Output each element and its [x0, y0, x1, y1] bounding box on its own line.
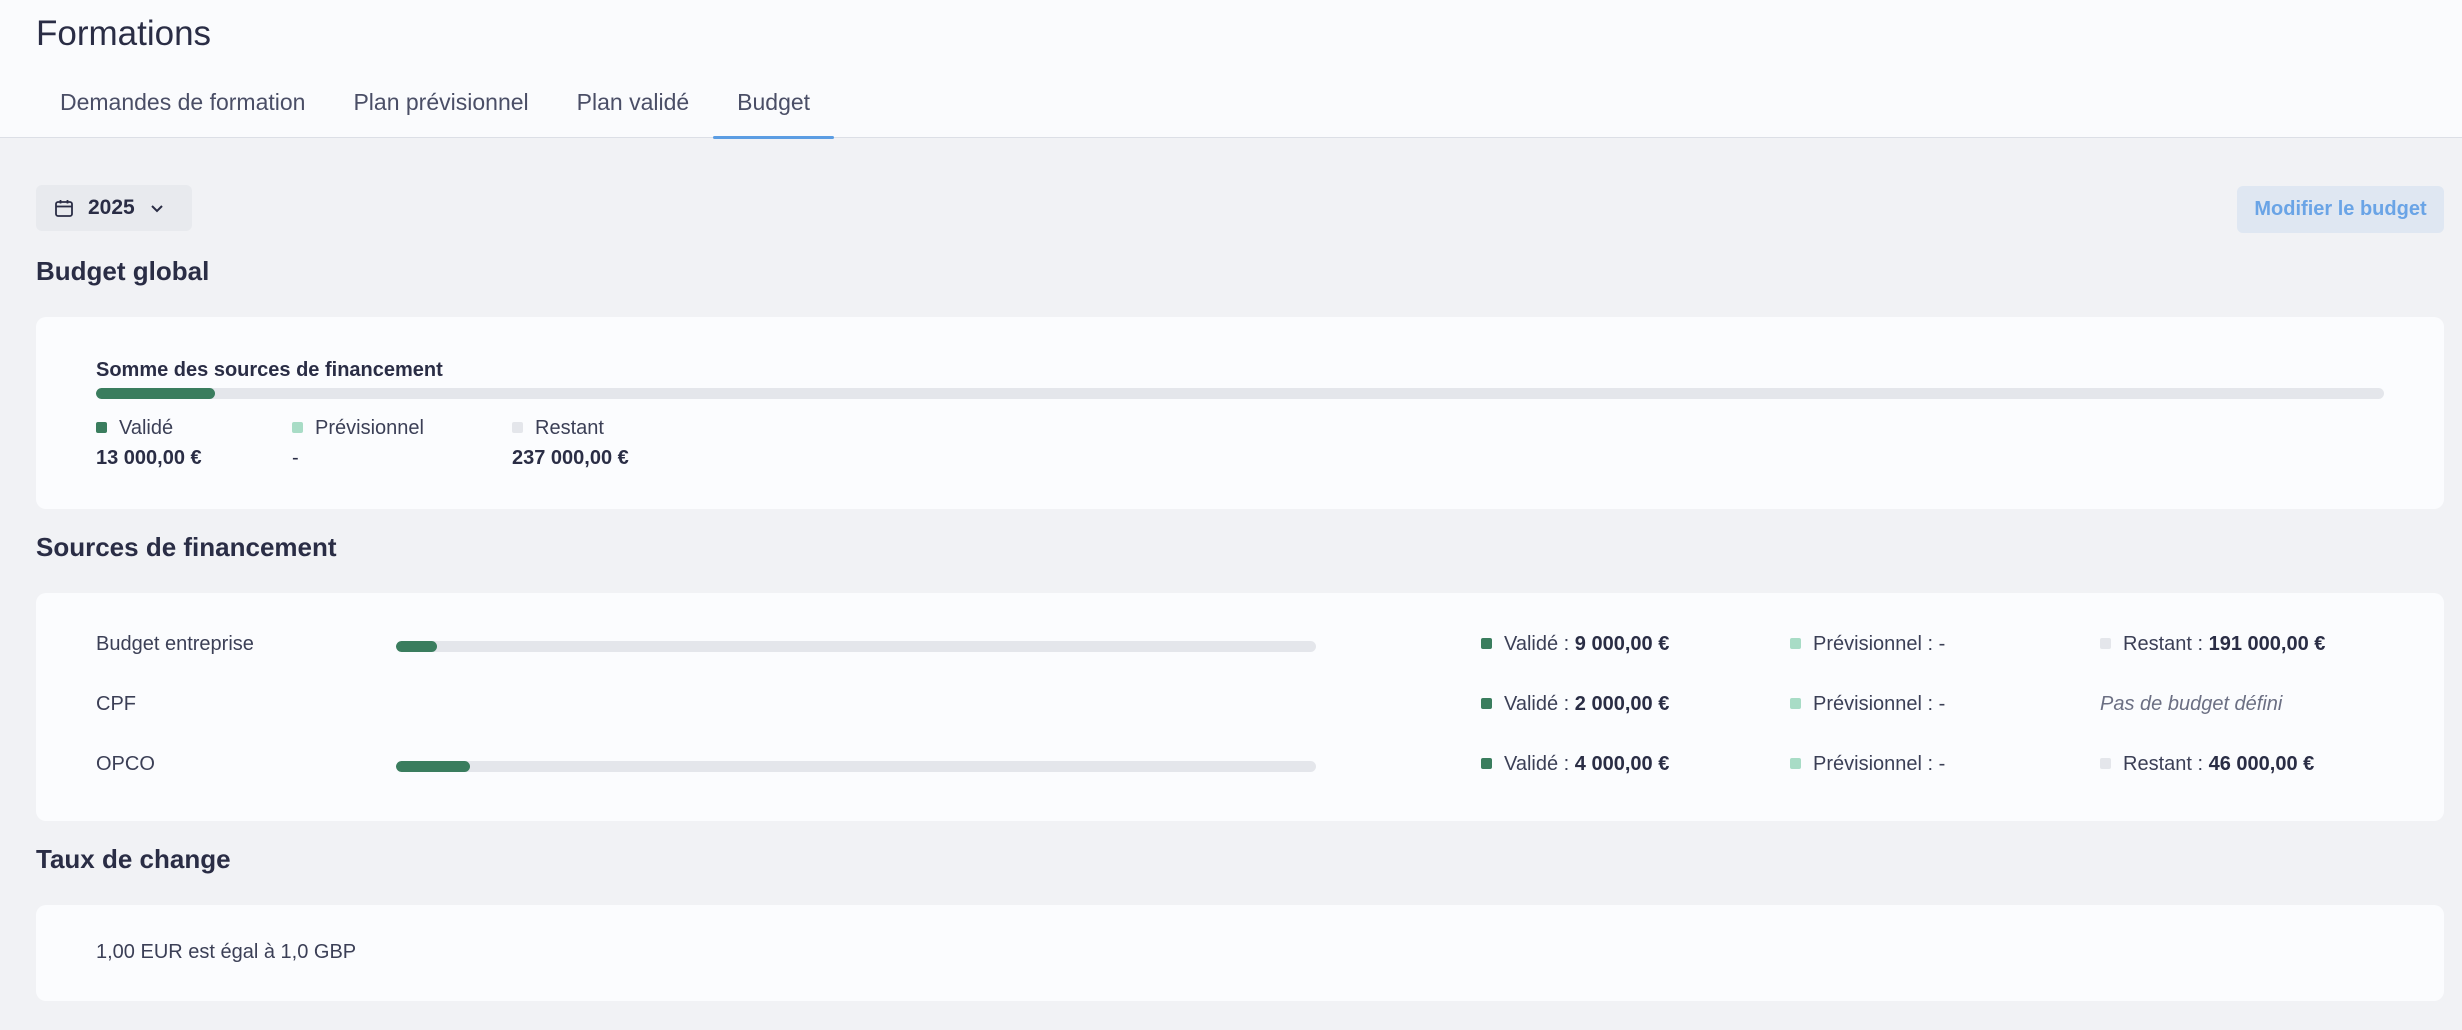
prev-dot-icon: [1790, 758, 1801, 769]
source-prev-cpf: Prévisionnel : -: [1790, 693, 1945, 716]
modify-budget-button[interactable]: Modifier le budget: [2237, 186, 2444, 233]
tab-plan-valide[interactable]: Plan validé: [553, 88, 714, 138]
section-title-taux-de-change: Taux de change: [36, 844, 231, 874]
chevron-down-icon: [151, 205, 163, 213]
page-header: Formations Demandes de formation Plan pr…: [0, 0, 2462, 139]
year-select[interactable]: 2025: [36, 185, 192, 231]
valid-dot-icon: [1481, 638, 1492, 649]
source-prev-budget-entreprise: Prévisionnel : -: [1790, 633, 1945, 656]
source-valid-budget-entreprise: Validé : 9 000,00 €: [1481, 633, 1669, 656]
source-name-budget-entreprise: Budget entreprise: [96, 633, 254, 655]
legend-rest-label: Restant: [535, 417, 604, 439]
global-label: Somme des sources de financement: [96, 359, 443, 381]
valid-dot-icon: [1481, 758, 1492, 769]
source-progress-fill-opco: [396, 761, 470, 772]
legend-prev-value: -: [292, 447, 299, 469]
source-progress-bar-budget-entreprise: [396, 641, 1316, 652]
tab-plan-previsionnel[interactable]: Plan prévisionnel: [329, 88, 552, 138]
budget-global-card: Somme des sources de financement Validé …: [36, 317, 2444, 509]
legend-prev-label: Prévisionnel: [315, 417, 424, 439]
exchange-rate-text: 1,00 EUR est égal à 1,0 GBP: [96, 941, 357, 963]
legend-rest-value: 237 000,00 €: [512, 447, 629, 469]
rest-dot-icon: [512, 422, 523, 433]
valid-dot-icon: [1481, 698, 1492, 709]
sources-card: Budget entreprise Validé : 9 000,00 € Pr…: [36, 593, 2444, 821]
source-valid-cpf: Validé : 2 000,00 €: [1481, 693, 1669, 716]
valid-dot-icon: [96, 422, 107, 433]
rest-dot-icon: [2100, 758, 2111, 769]
source-name-cpf: CPF: [96, 693, 136, 715]
source-rest-budget-entreprise: Restant : 191 000,00 €: [2100, 633, 2325, 656]
source-progress-fill-budget-entreprise: [396, 641, 438, 652]
legend-valid: Validé: [96, 417, 173, 440]
calendar-icon: [55, 200, 73, 217]
year-value: 2025: [88, 196, 135, 219]
tab-bar: Demandes de formation Plan prévisionnel …: [36, 88, 834, 139]
prev-dot-icon: [1790, 698, 1801, 709]
legend-rest: Restant: [512, 417, 604, 440]
exchange-card: 1,00 EUR est égal à 1,0 GBP: [36, 905, 2444, 1001]
source-rest-opco: Restant : 46 000,00 €: [2100, 753, 2314, 776]
rest-dot-icon: [2100, 638, 2111, 649]
source-prev-opco: Prévisionnel : -: [1790, 753, 1945, 776]
legend-valid-value: 13 000,00 €: [96, 447, 202, 469]
source-valid-opco: Validé : 4 000,00 €: [1481, 753, 1669, 776]
tab-demandes-de-formation[interactable]: Demandes de formation: [36, 88, 329, 138]
section-title-budget-global: Budget global: [36, 256, 210, 286]
prev-dot-icon: [292, 422, 303, 433]
page-title: Formations: [36, 14, 212, 53]
tab-budget[interactable]: Budget: [713, 88, 834, 139]
legend-valid-label: Validé: [119, 417, 174, 439]
source-progress-bar-opco: [396, 761, 1316, 772]
source-no-budget-cpf: Pas de budget défini: [2100, 693, 2283, 715]
prev-dot-icon: [1790, 638, 1801, 649]
source-name-opco: OPCO: [96, 753, 155, 775]
legend-prev: Prévisionnel: [292, 417, 424, 440]
global-progress-bar: [96, 388, 2384, 399]
section-title-sources: Sources de financement: [36, 532, 337, 562]
global-progress-fill: [96, 388, 215, 399]
